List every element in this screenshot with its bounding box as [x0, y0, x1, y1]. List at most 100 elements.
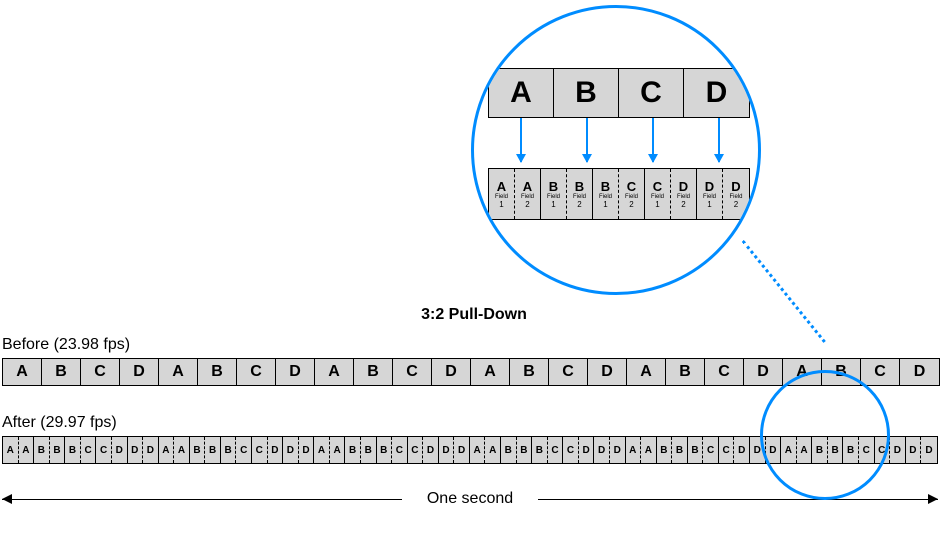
field-cell: B — [65, 437, 81, 463]
detail-field-row: AField1AField2BField1BField2BField1CFiel… — [488, 168, 750, 220]
field-cell: D — [439, 437, 455, 463]
field-cell: C — [703, 437, 719, 463]
field-cell: A — [3, 437, 19, 463]
frame-cell: B — [42, 359, 81, 385]
detail-source-cell: D — [684, 69, 749, 117]
one-second-label: One second — [419, 490, 521, 507]
frame-cell: A — [471, 359, 510, 385]
field-cell: A — [641, 437, 657, 463]
field-cell: B — [517, 437, 533, 463]
field-cell: B — [221, 437, 237, 463]
frame-cell: A — [315, 359, 354, 385]
field-cell: C — [236, 437, 252, 463]
field-cell: D — [112, 437, 128, 463]
detail-source-cell: B — [554, 69, 619, 117]
magnifier-detail-circle: ABCD AField1AField2BField1BField2BField1… — [471, 5, 761, 295]
field-cell: A — [314, 437, 330, 463]
field-cell: C — [408, 437, 424, 463]
detail-field-cell: DField1 — [697, 169, 723, 219]
frame-cell: D — [432, 359, 471, 385]
field-cell: B — [828, 437, 844, 463]
field-cell: D — [734, 437, 750, 463]
field-cell: D — [283, 437, 299, 463]
before-frame-row: ABCDABCDABCDABCDABCDABCD — [2, 358, 940, 386]
frame-cell: C — [549, 359, 588, 385]
field-cell: A — [470, 437, 486, 463]
frame-cell: B — [666, 359, 705, 385]
frame-cell: B — [510, 359, 549, 385]
field-cell: B — [812, 437, 828, 463]
field-cell: C — [81, 437, 97, 463]
range-arrow-right — [928, 494, 938, 504]
field-cell: A — [797, 437, 813, 463]
field-cell: C — [548, 437, 564, 463]
field-cell: D — [766, 437, 782, 463]
before-label: Before (23.98 fps) — [2, 336, 130, 354]
field-cell: D — [579, 437, 595, 463]
field-cell: B — [843, 437, 859, 463]
field-cell: D — [143, 437, 159, 463]
frame-cell: A — [627, 359, 666, 385]
field-cell: B — [50, 437, 66, 463]
field-cell: D — [594, 437, 610, 463]
field-cell: A — [485, 437, 501, 463]
detail-source-cell: C — [619, 69, 684, 117]
frame-cell: D — [588, 359, 627, 385]
detail-field-cell: BField2 — [567, 169, 593, 219]
field-cell: D — [423, 437, 439, 463]
detail-source-row: ABCD — [488, 68, 750, 118]
frame-cell: D — [900, 359, 939, 385]
after-field-row: AABBBCCDDDAABBBCCDDDAABBBCCDDDAABBBCCDDD… — [2, 436, 938, 464]
field-cell: B — [361, 437, 377, 463]
field-cell: A — [19, 437, 35, 463]
detail-field-cell: AField1 — [489, 169, 515, 219]
detail-field-cell: DField2 — [723, 169, 749, 219]
frame-cell: A — [783, 359, 822, 385]
frame-cell: A — [3, 359, 42, 385]
field-cell: D — [921, 437, 937, 463]
frame-cell: C — [237, 359, 276, 385]
field-cell: A — [330, 437, 346, 463]
field-cell: C — [392, 437, 408, 463]
field-cell: B — [532, 437, 548, 463]
frame-cell: A — [159, 359, 198, 385]
magnifier-target-circle — [760, 370, 890, 500]
field-cell: D — [750, 437, 766, 463]
field-cell: B — [377, 437, 393, 463]
detail-field-cell: CField2 — [619, 169, 645, 219]
field-cell: B — [657, 437, 673, 463]
detail-field-cell: BField1 — [593, 169, 619, 219]
field-cell: B — [205, 437, 221, 463]
frame-cell: D — [276, 359, 315, 385]
field-cell: D — [454, 437, 470, 463]
frame-cell: B — [822, 359, 861, 385]
frame-cell: D — [120, 359, 159, 385]
field-cell: D — [299, 437, 315, 463]
frame-cell: B — [198, 359, 237, 385]
field-cell: A — [781, 437, 797, 463]
pulldown-arrow-icon — [520, 118, 522, 162]
frame-cell: C — [393, 359, 432, 385]
field-cell: B — [190, 437, 206, 463]
field-cell: A — [174, 437, 190, 463]
field-cell: B — [501, 437, 517, 463]
field-cell: C — [96, 437, 112, 463]
detail-field-cell: DField2 — [671, 169, 697, 219]
pulldown-arrow-icon — [718, 118, 720, 162]
pulldown-arrow-icon — [652, 118, 654, 162]
frame-cell: C — [705, 359, 744, 385]
after-label: After (29.97 fps) — [2, 414, 117, 432]
field-cell: C — [252, 437, 268, 463]
frame-cell: B — [354, 359, 393, 385]
field-cell: B — [34, 437, 50, 463]
field-cell: A — [626, 437, 642, 463]
frame-cell: D — [744, 359, 783, 385]
magnifier-connector — [742, 240, 826, 343]
field-cell: D — [128, 437, 144, 463]
field-cell: C — [563, 437, 579, 463]
frame-cell: C — [81, 359, 120, 385]
field-cell: A — [159, 437, 175, 463]
field-cell: D — [890, 437, 906, 463]
detail-field-cell: CField1 — [645, 169, 671, 219]
field-cell: D — [906, 437, 922, 463]
